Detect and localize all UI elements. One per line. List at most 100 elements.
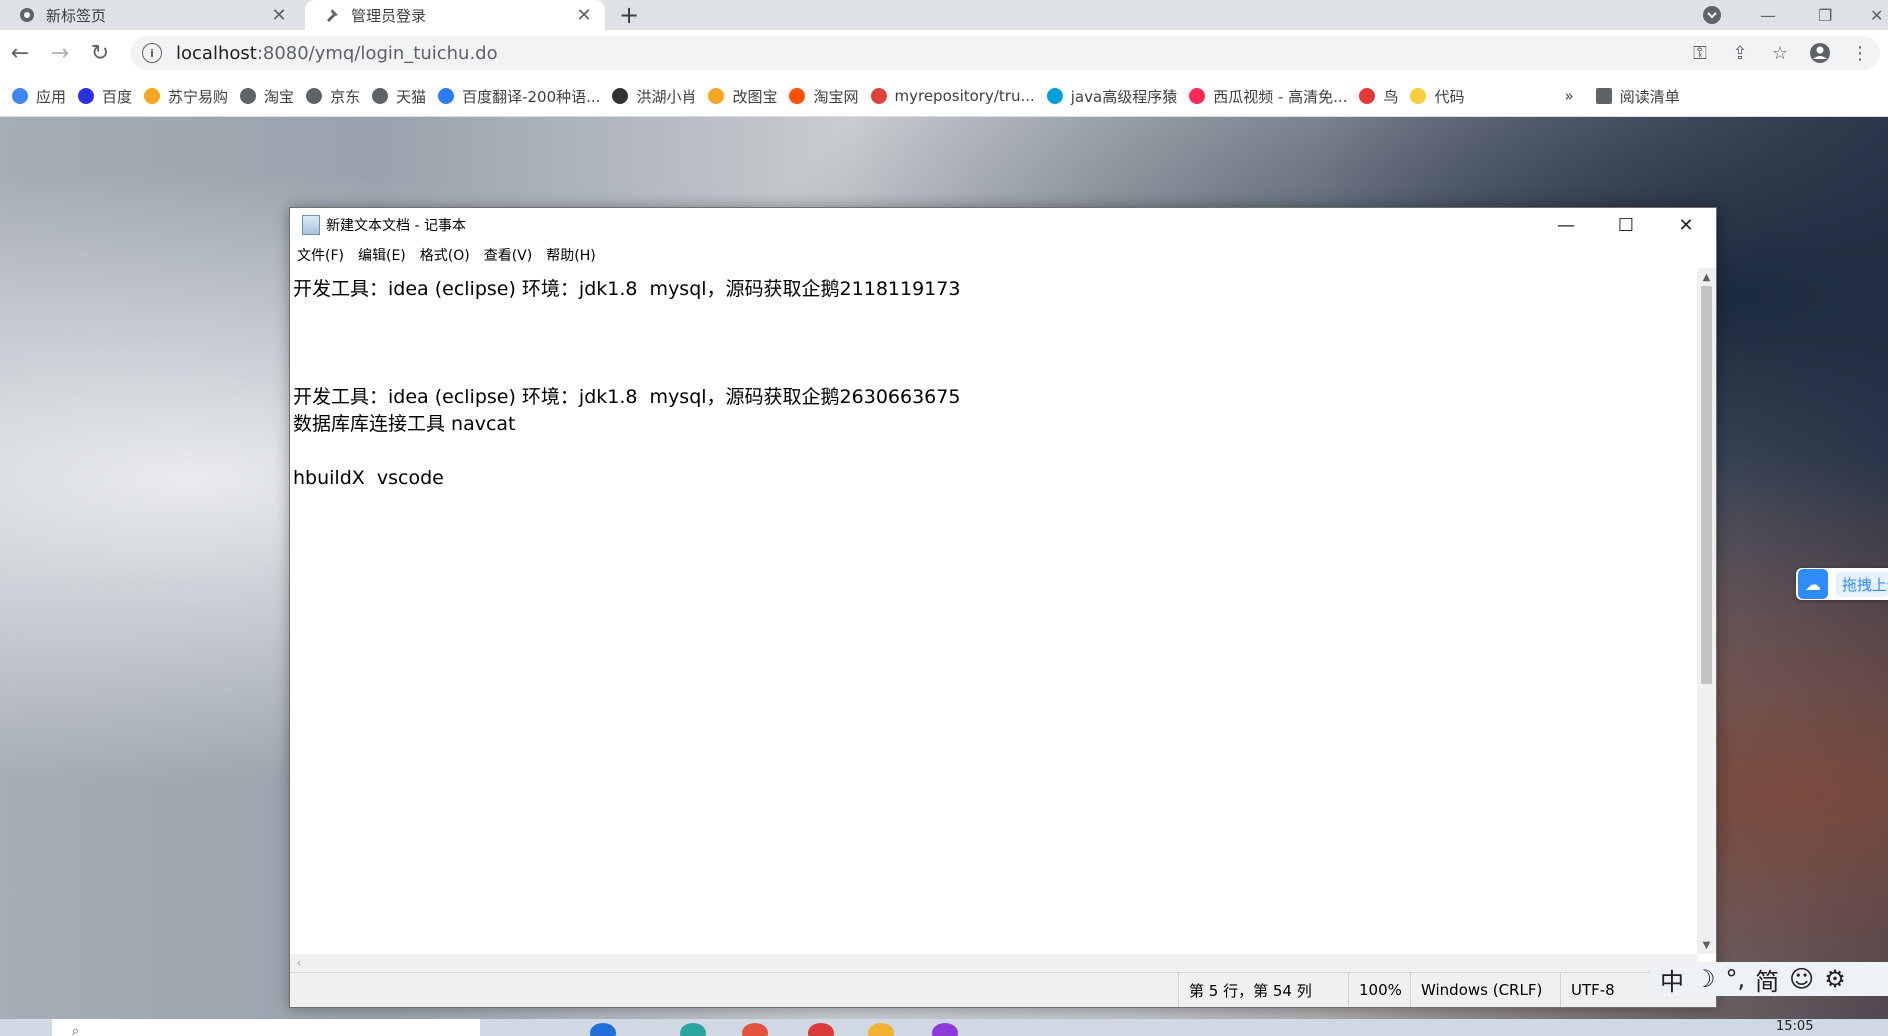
back-icon[interactable]: ← xyxy=(0,33,40,73)
bookmark-label: java高级程序猿 xyxy=(1070,87,1178,106)
scroll-up-icon[interactable]: ▲ xyxy=(1697,268,1716,286)
bookmark-item[interactable]: 苏宁易购 xyxy=(144,86,228,107)
bookmark-label: 代码 xyxy=(1434,87,1465,106)
menu-kebab-icon[interactable]: ⋮ xyxy=(1840,43,1880,64)
scroll-down-icon[interactable]: ▼ xyxy=(1697,936,1716,954)
ime-toolbar: 中 ☽ °, 简 ☺ ⚙ xyxy=(1650,962,1888,996)
bookmark-label: 鸟 xyxy=(1383,87,1399,106)
browser-toolbar: ← → ↻ i localhost:8080/ymq/login_tuichu.… xyxy=(0,30,1888,76)
bookmark-label: 苏宁易购 xyxy=(168,87,229,106)
browser-tab-strip: 新标签页 ✕ 管理员登录 ✕ + — ❐ ✕ xyxy=(0,0,1888,30)
bookmark-item[interactable]: 应用 xyxy=(12,86,66,107)
bookmark-label: myrepository/tru... xyxy=(894,87,1035,105)
ime-punctuation-icon[interactable]: °, xyxy=(1726,965,1746,993)
bookmark-item[interactable]: 洪湖小肖 xyxy=(612,86,696,107)
bookmark-item[interactable]: 西瓜视频 - 高清免... xyxy=(1189,86,1347,107)
bookmark-item[interactable]: 淘宝网 xyxy=(789,86,859,107)
maximize-icon[interactable]: ☐ xyxy=(1596,208,1656,242)
bookmark-item[interactable]: 京东 xyxy=(306,86,360,107)
bookmark-label: 淘宝 xyxy=(264,87,295,106)
bookmark-item[interactable]: java高级程序猿 xyxy=(1046,86,1178,107)
forward-icon[interactable]: → xyxy=(40,33,80,73)
chrome-icon xyxy=(870,88,887,104)
close-window-icon[interactable]: ✕ xyxy=(1870,0,1883,30)
menu-item[interactable]: 文件(F) xyxy=(297,245,344,265)
bookmark-item[interactable]: 改图宝 xyxy=(708,86,777,107)
text-editor[interactable]: 开发工具：idea (eclipse) 环境：jdk1.8 mysql，源码获取… xyxy=(290,268,1697,954)
close-icon[interactable]: ✕ xyxy=(573,4,595,26)
scroll-left-icon[interactable]: ‹ xyxy=(290,954,308,972)
text-line xyxy=(293,330,1697,357)
menu-item[interactable]: 帮助(H) xyxy=(546,245,595,265)
tab-admin-login[interactable]: 管理员登录 ✕ xyxy=(305,0,605,30)
reload-icon[interactable]: ↻ xyxy=(80,33,120,73)
url-text[interactable]: localhost:8080/ymq/login_tuichu.do xyxy=(176,43,498,64)
bookmarks-bar: 应用 百度 苏宁易购 淘宝 京东 天猫 百度翻译-200种语... 洪湖小肖 改图宝 淘宝网 myr… xyxy=(0,76,1888,117)
line-ending: Windows (CRLF) xyxy=(1410,973,1560,1007)
globe-icon xyxy=(240,88,257,104)
taskbar-app-icon[interactable] xyxy=(590,1023,616,1036)
taskbar-app-icon[interactable] xyxy=(680,1023,706,1036)
ime-moon-icon[interactable]: ☽ xyxy=(1694,965,1716,993)
bookmark-star-icon[interactable]: ☆ xyxy=(1760,43,1800,64)
bookmark-label: 百度 xyxy=(102,87,133,106)
notepad-window: 新建文本文档 - 记事本 — ☐ ✕ 文件(F) 编辑(E) 格式(O) 查看(V) 帮… xyxy=(289,207,1717,1008)
key-icon[interactable]: ⚿ xyxy=(1680,43,1720,64)
translate-icon xyxy=(438,88,455,104)
bookmark-item[interactable]: 淘宝 xyxy=(240,86,294,107)
ime-simplified-icon[interactable]: 简 xyxy=(1755,962,1779,997)
notepad-app-icon xyxy=(302,215,320,235)
bookmark-label: 应用 xyxy=(36,87,67,106)
ime-emoji-icon[interactable]: ☺ xyxy=(1789,965,1814,993)
chrome-icon xyxy=(18,6,36,24)
notepad-statusbar: 第 5 行，第 54 列 100% Windows (CRLF) UTF-8 xyxy=(290,972,1716,1007)
close-icon[interactable]: ✕ xyxy=(268,4,290,26)
text-line xyxy=(293,438,1697,465)
address-bar[interactable]: i localhost:8080/ymq/login_tuichu.do ⚿ ⇪… xyxy=(130,36,1880,70)
bookmark-item[interactable]: 代码 xyxy=(1410,86,1465,107)
bookmark-label: 京东 xyxy=(330,87,361,106)
bookmark-item[interactable]: myrepository/tru... xyxy=(870,87,1035,105)
bookmark-item[interactable]: 百度翻译-200种语... xyxy=(438,86,600,107)
horizontal-scrollbar[interactable]: ‹ xyxy=(290,954,1697,972)
text-line: 开发工具：idea (eclipse) 环境：jdk1.8 mysql，源码获取… xyxy=(293,278,961,300)
bookmark-item[interactable]: 鸟 xyxy=(1359,86,1398,107)
menu-item[interactable]: 编辑(E) xyxy=(358,245,406,265)
taskbar-app-icon[interactable] xyxy=(932,1023,958,1036)
restore-icon[interactable]: ❐ xyxy=(1818,0,1832,30)
reading-list-button[interactable]: 阅读清单 xyxy=(1595,86,1680,107)
site-info-icon[interactable]: i xyxy=(142,43,162,63)
taskbar-search[interactable]: ⌕ xyxy=(52,1019,480,1036)
image-edit-icon xyxy=(708,88,725,104)
bookmark-label: 天猫 xyxy=(396,87,427,106)
bookmark-item[interactable]: 百度 xyxy=(78,86,132,107)
url-path: :8080/ymq/login_tuichu.do xyxy=(256,42,498,64)
scroll-thumb[interactable] xyxy=(1701,286,1712,684)
ime-settings-icon[interactable]: ⚙ xyxy=(1824,965,1846,993)
new-tab-button[interactable]: + xyxy=(614,0,644,30)
text-line xyxy=(293,303,1697,330)
menu-item[interactable]: 格式(O) xyxy=(420,245,470,265)
notepad-titlebar[interactable]: 新建文本文档 - 记事本 — ☐ ✕ xyxy=(290,208,1716,242)
globe-icon xyxy=(372,88,389,104)
ime-chinese-mode-icon[interactable]: 中 xyxy=(1660,962,1684,997)
tab-search-icon[interactable] xyxy=(1702,0,1722,30)
bookmark-item[interactable]: 天猫 xyxy=(372,86,426,107)
moon-icon xyxy=(1410,88,1427,104)
profile-icon[interactable] xyxy=(1800,42,1840,64)
menu-item[interactable]: 查看(V) xyxy=(484,245,533,265)
minimize-icon[interactable]: — xyxy=(1536,208,1596,242)
share-icon[interactable]: ⇪ xyxy=(1720,43,1760,64)
netdisk-upload-float[interactable]: ☁ 拖拽上传 xyxy=(1796,568,1888,600)
taskbar-app-icon[interactable] xyxy=(808,1023,834,1036)
minimize-icon[interactable]: — xyxy=(1760,0,1776,30)
pin-icon xyxy=(323,6,341,24)
window-controls: — ☐ ✕ xyxy=(1536,208,1716,242)
taskbar-app-icon[interactable] xyxy=(868,1023,894,1036)
bookmarks-overflow-button[interactable]: » xyxy=(1565,87,1574,105)
close-icon[interactable]: ✕ xyxy=(1656,208,1716,242)
url-host: localhost xyxy=(176,42,257,64)
taskbar-app-icon[interactable] xyxy=(742,1023,768,1036)
vertical-scrollbar[interactable]: ▲ ▼ xyxy=(1697,268,1716,954)
tab-new-tab[interactable]: 新标签页 ✕ xyxy=(0,0,300,30)
